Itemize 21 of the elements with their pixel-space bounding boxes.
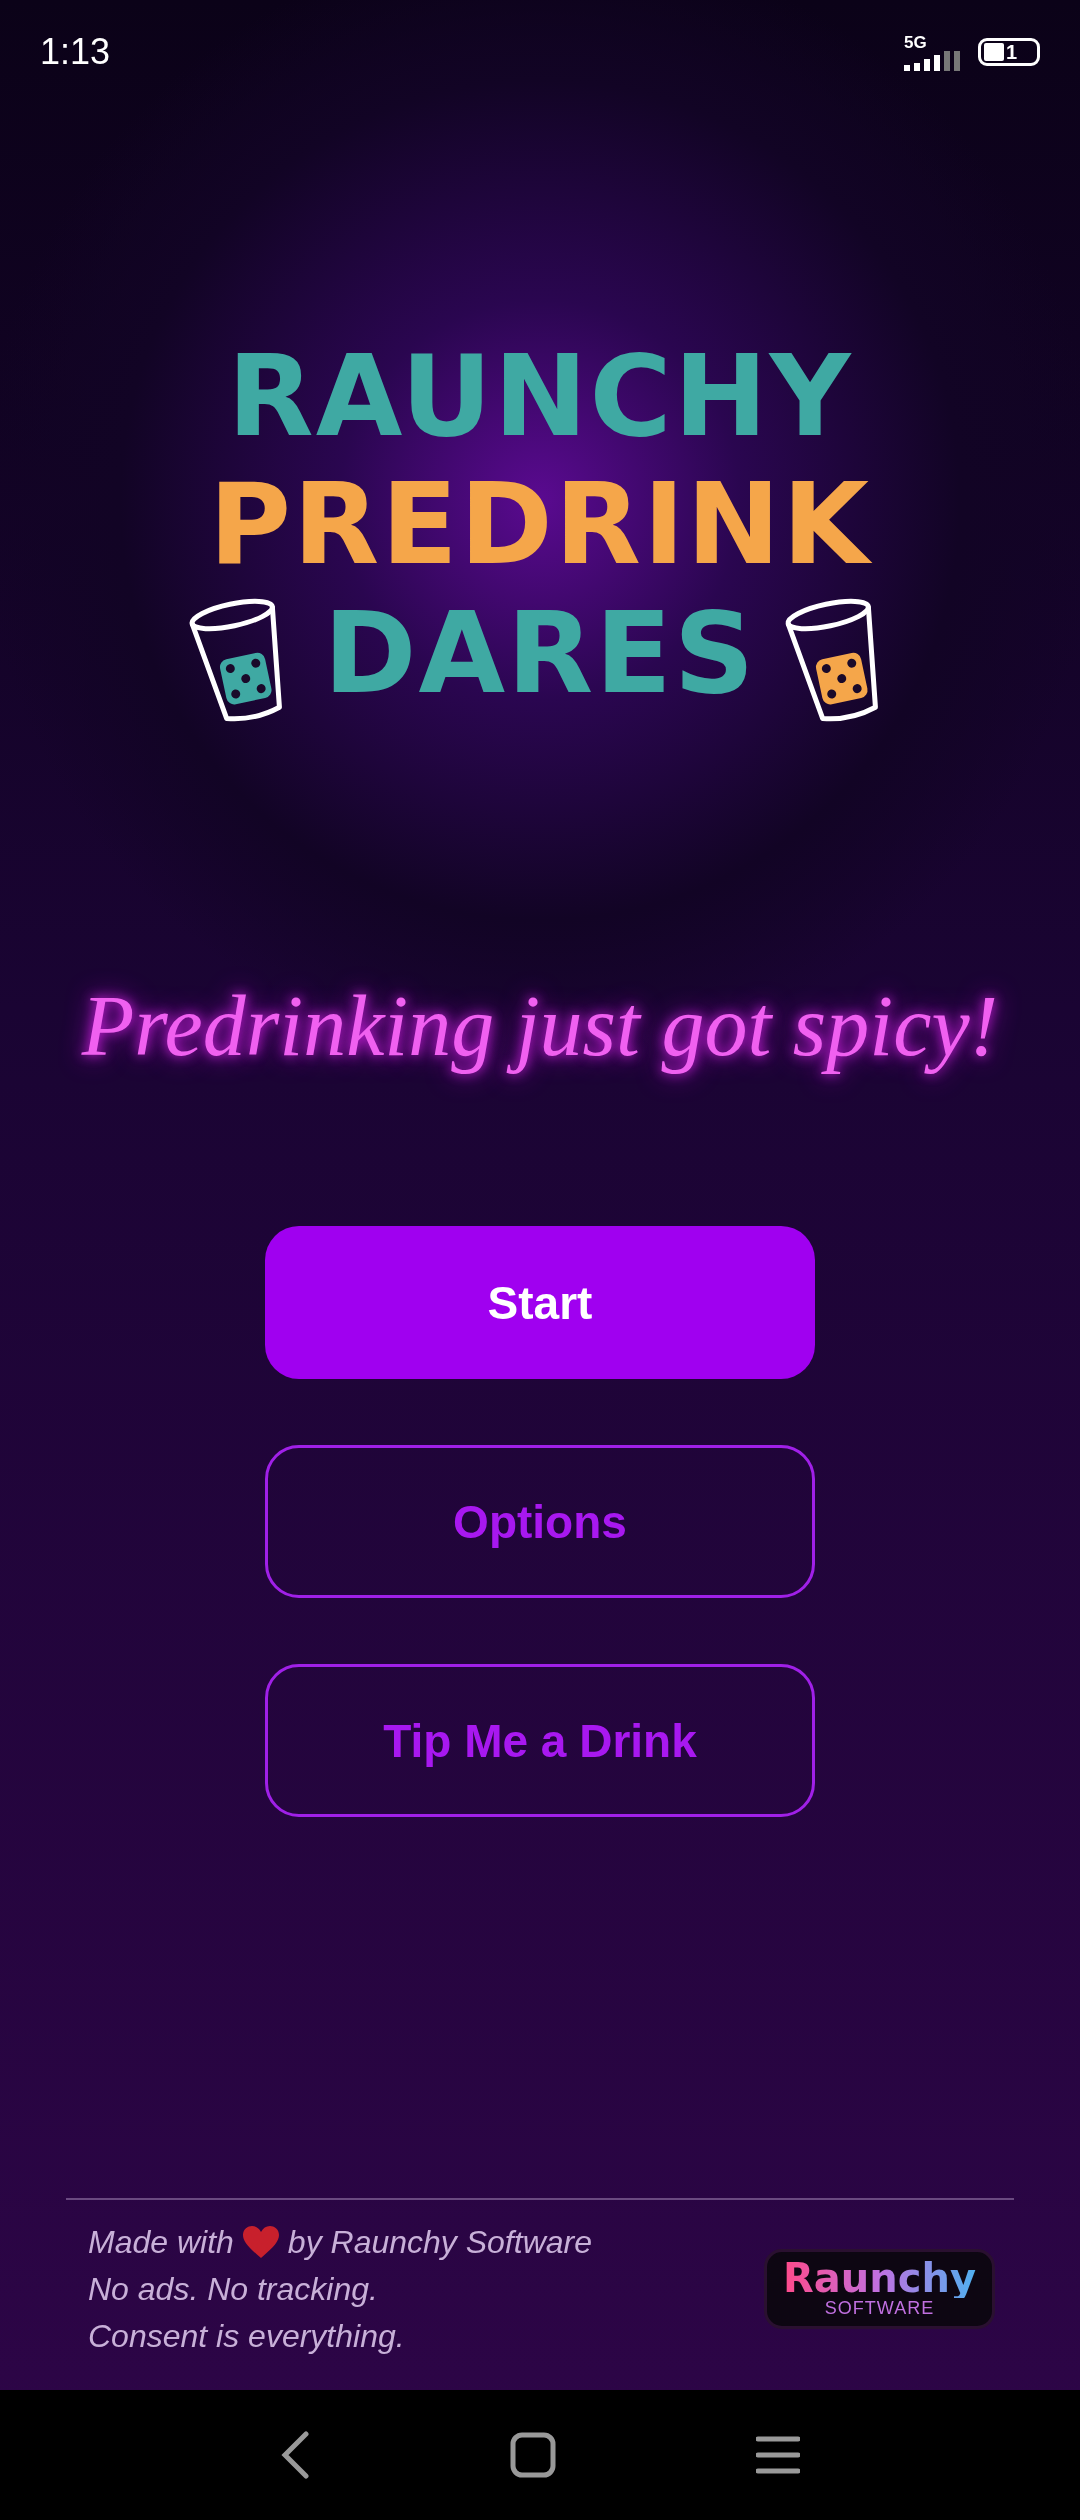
network-type: 5G (904, 33, 927, 51)
menu-icon[interactable] (756, 2435, 800, 2475)
logo-title: DARES (323, 597, 757, 709)
menu-button[interactable]: Start (265, 1226, 815, 1379)
menu-button[interactable]: Options (265, 1445, 815, 1598)
footer-text: Made with (88, 2222, 234, 2262)
battery-level: 1 (1006, 42, 1018, 62)
back-icon[interactable] (280, 2431, 310, 2479)
logo-title: RAUNCHY (227, 340, 853, 452)
footer-text: by Raunchy Software (287, 2222, 592, 2262)
footer-text: No ads. No tracking. (88, 2269, 379, 2309)
brand-title: Raunchy (783, 2258, 976, 2299)
brand-subtitle: SOFTWARE (824, 2298, 935, 2320)
tagline: Predrinking just got spicy! (80, 977, 1000, 1076)
heart-icon (241, 2225, 280, 2259)
battery-fill (984, 43, 1004, 61)
logo-title: PREDRINK (208, 468, 872, 580)
menu-button[interactable]: Tip Me a Drink (265, 1664, 815, 1817)
footer-text: Consent is everything. (88, 2316, 406, 2356)
status-time: 1:13 (40, 31, 111, 73)
home-icon[interactable] (510, 2432, 556, 2478)
